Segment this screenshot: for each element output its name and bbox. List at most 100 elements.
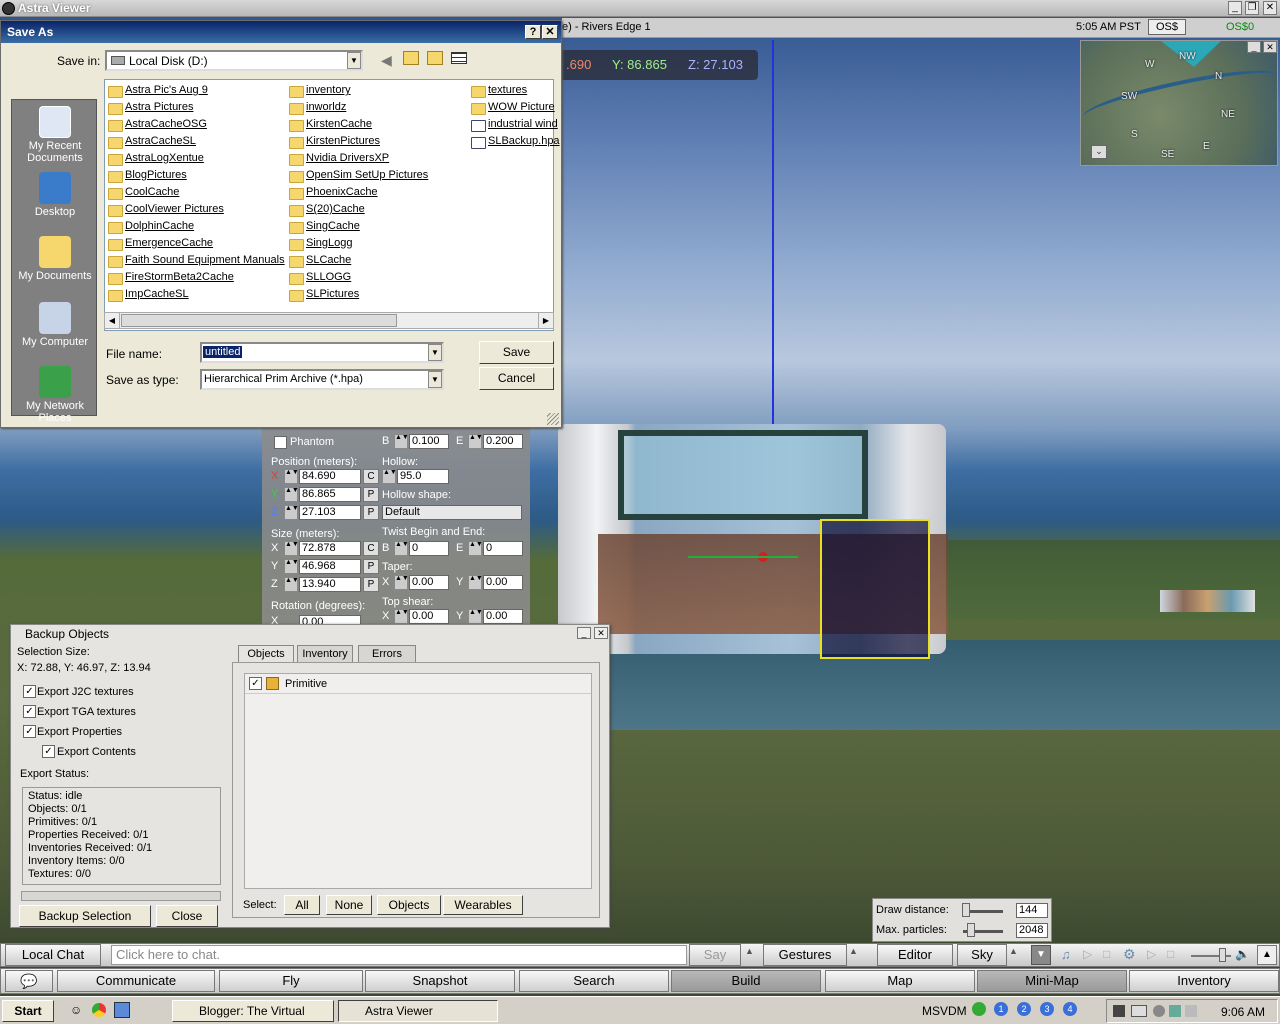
- play-icon[interactable]: ▷: [1083, 947, 1092, 961]
- help-button[interactable]: ?: [525, 25, 541, 39]
- list-item[interactable]: ✓ Primitive: [245, 674, 591, 694]
- twist-begin-field[interactable]: 0: [409, 541, 449, 556]
- path-e-spinner[interactable]: ▲▼: [468, 434, 483, 449]
- folder-item[interactable]: Nvidia DriversXP: [287, 150, 389, 167]
- folder-item[interactable]: S(20)Cache: [287, 201, 365, 218]
- place-my-computer[interactable]: My Computer: [12, 298, 98, 364]
- paste-pos-z-button[interactable]: P: [363, 505, 379, 520]
- minimize-window-button[interactable]: _: [1228, 1, 1242, 15]
- export-j2c-checkbox[interactable]: ✓: [23, 685, 36, 698]
- folder-item[interactable]: OpenSim SetUp Pictures: [287, 167, 428, 184]
- folder-item[interactable]: SLLOGG: [287, 269, 351, 286]
- stop-icon[interactable]: □: [1103, 947, 1110, 961]
- chrome-icon[interactable]: [92, 1003, 106, 1017]
- folder-item[interactable]: FireStormBeta2Cache: [106, 269, 234, 286]
- save-button[interactable]: Save: [479, 341, 554, 364]
- folder-item[interactable]: EmergenceCache: [106, 235, 213, 252]
- folder-item[interactable]: SingLogg: [287, 235, 353, 252]
- folder-item[interactable]: SLCache: [287, 252, 351, 269]
- folder-item[interactable]: DolphinCache: [106, 218, 194, 235]
- back-icon[interactable]: ◀: [381, 52, 392, 69]
- place-my-documents[interactable]: My Documents: [12, 232, 98, 298]
- sky-button[interactable]: Sky: [957, 944, 1007, 966]
- particles-thumb[interactable]: [967, 923, 975, 937]
- export-tga-checkbox[interactable]: ✓: [23, 705, 36, 718]
- file-name-field[interactable]: untitled ▼: [200, 342, 444, 363]
- minimap-close-button[interactable]: ✕: [1263, 41, 1277, 53]
- paste-size-button[interactable]: P: [363, 559, 379, 574]
- twist-e-spinner[interactable]: ▲▼: [468, 541, 483, 556]
- editor-button[interactable]: Editor: [877, 944, 953, 966]
- tab-objects[interactable]: Objects: [238, 645, 294, 662]
- search-button[interactable]: Search: [519, 970, 669, 992]
- hollow-spinner[interactable]: ▲▼: [382, 469, 397, 484]
- taper-x-spinner[interactable]: ▲▼: [394, 575, 409, 590]
- tray-icon[interactable]: [1153, 1005, 1165, 1017]
- phantom-checkbox[interactable]: [274, 436, 287, 449]
- folder-item[interactable]: ImpCacheSL: [106, 286, 189, 303]
- copy-pos-button[interactable]: C: [363, 469, 379, 484]
- new-folder-icon[interactable]: [427, 51, 443, 65]
- folder-item[interactable]: AstraCacheSL: [106, 133, 196, 150]
- pos-z-field[interactable]: 27.103: [299, 505, 361, 520]
- folder-item[interactable]: Astra Pictures: [106, 99, 193, 116]
- place-desktop[interactable]: Desktop: [12, 168, 98, 234]
- save-type-chevron-icon[interactable]: ▼: [428, 371, 442, 388]
- desktop-3-button[interactable]: 3: [1040, 1002, 1054, 1016]
- save-in-select[interactable]: Local Disk (D:) ▼: [105, 50, 363, 71]
- select-none-button[interactable]: None: [326, 895, 372, 915]
- shear-y-spinner[interactable]: ▲▼: [468, 609, 483, 624]
- folder-item[interactable]: AstraCacheOSG: [106, 116, 207, 133]
- sky-chevron-icon[interactable]: ▲: [1009, 946, 1018, 956]
- paste-size-z-button[interactable]: P: [363, 577, 379, 592]
- folder-item[interactable]: AstraLogXentue: [106, 150, 204, 167]
- mini-map[interactable]: NW N W NE SW S SE E ⌄ _ ✕: [1080, 40, 1278, 166]
- folder-item[interactable]: inworldz: [287, 99, 346, 116]
- close-window-button[interactable]: ✕: [1263, 1, 1277, 15]
- pos-x-spinner[interactable]: ▲▼: [284, 469, 299, 484]
- pos-z-spinner[interactable]: ▲▼: [284, 505, 299, 520]
- hollow-field[interactable]: 95.0: [397, 469, 449, 484]
- cancel-button[interactable]: Cancel: [479, 367, 554, 390]
- folder-item[interactable]: PhoenixCache: [287, 184, 378, 201]
- hollow-shape-select[interactable]: Default: [382, 505, 522, 520]
- music-icon[interactable]: ♫: [1061, 947, 1071, 962]
- shear-x-field[interactable]: 0.00: [409, 609, 449, 624]
- select-wearables-button[interactable]: Wearables: [443, 895, 523, 915]
- size-y-spinner[interactable]: ▲▼: [284, 559, 299, 574]
- tray-icon[interactable]: [1169, 1005, 1181, 1017]
- volume-tray-icon[interactable]: [1185, 1005, 1197, 1017]
- inventory-button[interactable]: Inventory: [1129, 970, 1279, 992]
- folder-item[interactable]: KirstenCache: [287, 116, 372, 133]
- folder-item[interactable]: CoolCache: [106, 184, 179, 201]
- taper-y-field[interactable]: 0.00: [483, 575, 523, 590]
- media-play-icon[interactable]: ▷: [1147, 947, 1156, 961]
- draw-distance-thumb[interactable]: [962, 903, 970, 917]
- horizontal-scrollbar[interactable]: ◀ ▶: [104, 312, 554, 329]
- backup-selection-button[interactable]: Backup Selection: [19, 905, 151, 927]
- chevron-down-icon[interactable]: ▼: [347, 52, 361, 69]
- scroll-left-icon[interactable]: ◀: [105, 313, 120, 328]
- shear-x-spinner[interactable]: ▲▼: [394, 609, 409, 624]
- minimap-expand-icon[interactable]: ⌄: [1091, 145, 1107, 159]
- backup-minimize-button[interactable]: _: [577, 627, 591, 639]
- folder-item[interactable]: Faith Sound Equipment Manuals: [106, 252, 285, 269]
- tray-icon[interactable]: [1113, 1005, 1125, 1017]
- folder-item[interactable]: SLPictures: [287, 286, 359, 303]
- select-all-button[interactable]: All: [284, 895, 320, 915]
- minimap-minimize-button[interactable]: _: [1247, 41, 1261, 53]
- size-x-field[interactable]: 72.878: [299, 541, 361, 556]
- taper-y-spinner[interactable]: ▲▼: [468, 575, 483, 590]
- scroll-right-icon[interactable]: ▶: [538, 313, 553, 328]
- media-icon[interactable]: ⚙: [1123, 946, 1136, 963]
- folder-item[interactable]: textures: [469, 82, 527, 99]
- place-network[interactable]: My Network Places: [12, 362, 98, 428]
- file-item[interactable]: industrial wind: [469, 116, 558, 133]
- mini-map-button[interactable]: Mini-Map: [977, 970, 1127, 992]
- save-type-select[interactable]: Hierarchical Prim Archive (*.hpa) ▼: [200, 369, 444, 390]
- taper-x-field[interactable]: 0.00: [409, 575, 449, 590]
- close-button[interactable]: Close: [156, 905, 218, 927]
- taskbar-item-blogger[interactable]: Blogger: The Virtual Worl...: [172, 1000, 334, 1022]
- gestures-chevron-icon[interactable]: ▲: [849, 946, 858, 956]
- path-begin-field[interactable]: 0.100: [409, 434, 449, 449]
